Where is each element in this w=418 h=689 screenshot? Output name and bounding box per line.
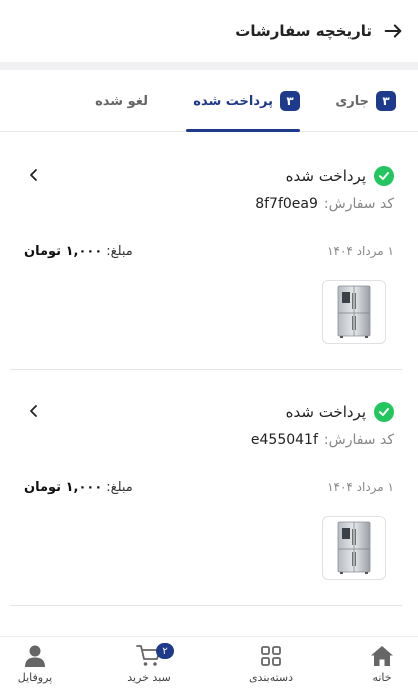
status-label: پرداخت شده — [285, 167, 366, 185]
order-code-label: کد سفارش: — [323, 196, 394, 212]
nav-home-label: خانه — [372, 671, 392, 684]
nav-profile[interactable]: پروفایل — [0, 643, 70, 689]
order-code: کد سفارش: 8f7f0ea9 — [255, 196, 394, 212]
page-header: تاریخچه سفارشات — [0, 0, 418, 62]
order-card[interactable]: پرداخت شده کد سفارش: e455041f ۱ مرداد ۱۴… — [10, 402, 402, 602]
order-code-label: کد سفارش: — [323, 432, 394, 448]
nav-categories-label: دسته‌بندی — [248, 671, 294, 684]
tab-current[interactable]: ۳ جاری — [335, 70, 396, 132]
order-status: پرداخت شده — [286, 166, 394, 186]
check-circle-icon — [374, 166, 394, 186]
chevron-left-icon[interactable] — [28, 404, 40, 418]
product-thumbnail[interactable] — [322, 280, 386, 344]
nav-cart-label: سبد خرید — [127, 671, 171, 684]
order-date: ۱ مرداد ۱۴۰۴ — [327, 244, 394, 258]
order-code: کد سفارش: e455041f — [251, 432, 394, 448]
tab-cancelled-label: لغو شده — [95, 93, 148, 109]
header-separator — [0, 62, 418, 70]
cart-count-badge: ۲ — [156, 643, 174, 659]
refrigerator-image — [337, 285, 371, 338]
refrigerator-image — [337, 521, 371, 574]
status-label: پرداخت شده — [285, 403, 366, 421]
tab-paid-badge: ۳ — [280, 91, 300, 111]
order-amount-label: مبلغ: — [106, 244, 133, 259]
user-icon — [25, 645, 45, 667]
home-icon — [371, 646, 393, 666]
page-title: تاریخچه سفارشات — [235, 22, 372, 40]
order-amount-value: ۱,۰۰۰ تومان — [24, 244, 103, 259]
tab-paid-label: پرداخت شده — [193, 93, 273, 109]
order-date: ۱ مرداد ۱۴۰۴ — [327, 480, 394, 494]
product-thumbnail[interactable] — [322, 516, 386, 580]
check-circle-icon — [374, 402, 394, 422]
bottom-navigation: خانه دسته‌بندی ۲ سبد خرید — [0, 636, 418, 689]
grid-icon — [261, 646, 281, 666]
order-card[interactable]: پرداخت شده کد سفارش: 8f7f0ea9 ۱ مرداد ۱۴… — [10, 166, 402, 366]
order-amount-value: ۱,۰۰۰ تومان — [24, 480, 103, 495]
nav-cart[interactable]: ۲ سبد خرید — [114, 643, 184, 689]
nav-home[interactable]: خانه — [347, 643, 417, 689]
order-divider — [10, 605, 402, 606]
chevron-left-icon[interactable] — [28, 168, 40, 182]
tab-current-label: جاری — [335, 93, 369, 109]
order-amount-label: مبلغ: — [106, 480, 133, 495]
order-amount: مبلغ: ۱,۰۰۰ تومان — [24, 480, 133, 495]
tab-cancelled[interactable]: لغو شده — [95, 70, 148, 132]
order-amount: مبلغ: ۱,۰۰۰ تومان — [24, 244, 133, 259]
active-tab-indicator — [186, 129, 300, 132]
order-divider — [10, 369, 402, 370]
nav-profile-label: پروفایل — [17, 671, 53, 684]
arrow-right-icon[interactable] — [382, 20, 404, 42]
tab-paid[interactable]: ۳ پرداخت شده — [193, 70, 300, 132]
order-tabs: ۳ جاری ۳ پرداخت شده لغو شده — [0, 70, 418, 132]
order-status: پرداخت شده — [286, 402, 394, 422]
nav-categories[interactable]: دسته‌بندی — [236, 643, 306, 689]
order-code-value: 8f7f0ea9 — [255, 196, 318, 212]
tab-current-badge: ۳ — [376, 91, 396, 111]
order-code-value: e455041f — [250, 432, 318, 448]
